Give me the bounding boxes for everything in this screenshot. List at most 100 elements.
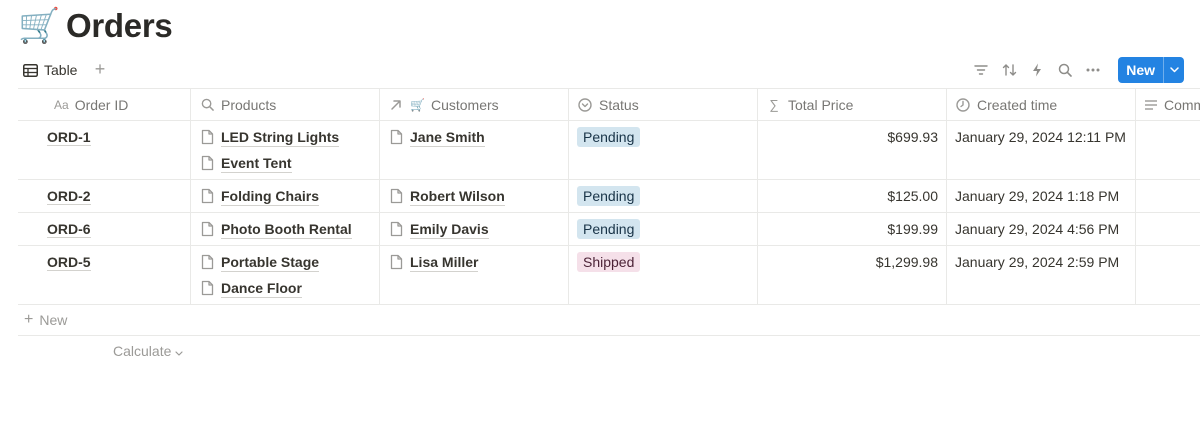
- status-cell[interactable]: Shipped: [569, 246, 758, 304]
- document-icon: [199, 129, 215, 145]
- comments-cell[interactable]: [1136, 121, 1200, 179]
- new-button-label[interactable]: New: [1118, 57, 1163, 83]
- order-id-cell[interactable]: ORD-2: [18, 180, 191, 212]
- created-time-cell[interactable]: January 29, 2024 4:56 PM: [947, 213, 1136, 245]
- customer-cell[interactable]: Jane Smith: [380, 121, 569, 179]
- products-cell[interactable]: Photo Booth Rental: [191, 213, 380, 245]
- order-id[interactable]: ORD-1: [47, 129, 91, 146]
- comments-cell[interactable]: [1136, 180, 1200, 212]
- status-cell[interactable]: Pending: [569, 180, 758, 212]
- shopping-cart-icon[interactable]: 🛒: [18, 6, 60, 46]
- product-link[interactable]: Portable Stage: [199, 252, 371, 272]
- chevron-down-icon[interactable]: [1163, 57, 1184, 83]
- product-link[interactable]: Dance Floor: [199, 278, 371, 298]
- product-name[interactable]: Event Tent: [221, 154, 292, 173]
- product-name[interactable]: LED String Lights: [221, 128, 340, 147]
- calculate-button[interactable]: Calculate: [113, 343, 171, 359]
- status-icon: [577, 97, 593, 113]
- column-header-status[interactable]: Status: [569, 89, 758, 120]
- more-icon[interactable]: [1082, 59, 1104, 81]
- table-row[interactable]: ORD-5 Portable Stage Dance Floor Lisa Mille…: [18, 246, 1200, 305]
- product-link[interactable]: Folding Chairs: [199, 186, 371, 206]
- column-label: Created time: [977, 96, 1058, 113]
- search-icon: [199, 97, 215, 113]
- total-price-cell[interactable]: $1,299.98: [758, 246, 947, 304]
- comments-cell[interactable]: [1136, 213, 1200, 245]
- document-icon: [199, 254, 215, 270]
- status-badge[interactable]: Pending: [577, 186, 641, 206]
- product-name[interactable]: Folding Chairs: [221, 187, 319, 206]
- total-price-cell[interactable]: $125.00: [758, 180, 947, 212]
- product-link[interactable]: Photo Booth Rental: [199, 219, 371, 239]
- document-icon: [388, 188, 404, 204]
- table-row[interactable]: ORD-2 Folding Chairs Robert Wilson Pending $…: [18, 180, 1200, 213]
- tab-table-label: Table: [44, 62, 78, 78]
- customer-cell[interactable]: Emily Davis: [380, 213, 569, 245]
- new-button[interactable]: New: [1118, 57, 1184, 83]
- total-price-cell[interactable]: $199.99: [758, 213, 947, 245]
- products-cell[interactable]: Portable Stage Dance Floor: [191, 246, 380, 304]
- customer-cell[interactable]: Lisa Miller: [380, 246, 569, 304]
- customer-cell[interactable]: Robert Wilson: [380, 180, 569, 212]
- order-id-cell[interactable]: ORD-1: [18, 121, 191, 179]
- column-header-total-price[interactable]: ∑ Total Price: [758, 89, 947, 120]
- relation-arrow-icon: [388, 97, 404, 113]
- product-link[interactable]: Event Tent: [199, 153, 371, 173]
- order-id[interactable]: ORD-6: [47, 221, 91, 238]
- product-name[interactable]: Portable Stage: [221, 253, 320, 272]
- column-header-order-id[interactable]: Aa Order ID: [18, 89, 191, 120]
- created-time-cell[interactable]: January 29, 2024 1:18 PM: [947, 180, 1136, 212]
- tab-table[interactable]: Table: [22, 58, 77, 82]
- product-link[interactable]: LED String Lights: [199, 127, 371, 147]
- order-id[interactable]: ORD-5: [47, 254, 91, 271]
- status-cell[interactable]: Pending: [569, 213, 758, 245]
- column-header-products[interactable]: Products: [191, 89, 380, 120]
- lightning-icon[interactable]: [1026, 59, 1048, 81]
- order-id-cell[interactable]: ORD-6: [18, 213, 191, 245]
- page-title[interactable]: Orders: [66, 7, 173, 45]
- status-badge[interactable]: Pending: [577, 127, 641, 147]
- column-label: Comm: [1164, 96, 1200, 113]
- search-icon[interactable]: [1054, 59, 1076, 81]
- column-header-created-time[interactable]: Created time: [947, 89, 1136, 120]
- page-header: 🛒 Orders: [18, 4, 173, 48]
- created-time-cell[interactable]: January 29, 2024 2:59 PM: [947, 246, 1136, 304]
- document-icon: [199, 221, 215, 237]
- document-icon: [388, 254, 404, 270]
- column-header-comments[interactable]: Comm: [1136, 89, 1200, 120]
- customer-name[interactable]: Robert Wilson: [410, 187, 505, 206]
- comments-cell[interactable]: [1136, 246, 1200, 304]
- product-name[interactable]: Photo Booth Rental: [221, 220, 352, 239]
- add-view-button[interactable]: +: [90, 58, 110, 80]
- filter-icon[interactable]: [970, 59, 992, 81]
- orders-page: 🛒 Orders Table + New Aa Order ID Product…: [0, 0, 1200, 422]
- add-row-button[interactable]: + New: [18, 305, 1200, 336]
- document-icon: [199, 280, 215, 296]
- column-label: Products: [221, 96, 277, 113]
- products-cell[interactable]: Folding Chairs: [191, 180, 380, 212]
- customer-name[interactable]: Emily Davis: [410, 220, 489, 239]
- customer-link[interactable]: Jane Smith: [388, 127, 560, 147]
- status-cell[interactable]: Pending: [569, 121, 758, 179]
- products-cell[interactable]: LED String Lights Event Tent: [191, 121, 380, 179]
- customer-link[interactable]: Lisa Miller: [388, 252, 560, 272]
- sort-icon[interactable]: [998, 59, 1020, 81]
- customer-name[interactable]: Jane Smith: [410, 128, 485, 147]
- customer-name[interactable]: Lisa Miller: [410, 253, 479, 272]
- text-lines-icon: [1144, 97, 1158, 113]
- formula-sigma-icon: ∑: [769, 97, 779, 112]
- status-badge[interactable]: Pending: [577, 219, 641, 239]
- total-price-cell[interactable]: $699.93: [758, 121, 947, 179]
- created-time-cell[interactable]: January 29, 2024 12:11 PM: [947, 121, 1136, 179]
- customer-link[interactable]: Emily Davis: [388, 219, 560, 239]
- table-row[interactable]: ORD-6 Photo Booth Rental Emily Davis Pendin…: [18, 213, 1200, 246]
- order-id-cell[interactable]: ORD-5: [18, 246, 191, 304]
- status-badge[interactable]: Shipped: [577, 252, 641, 272]
- column-header-customers[interactable]: 🛒 Customers: [380, 89, 569, 120]
- calculate-row: Calculate: [18, 336, 1200, 366]
- table-row[interactable]: ORD-1 LED String Lights Event Tent Jane Smi…: [18, 121, 1200, 180]
- order-id[interactable]: ORD-2: [47, 188, 91, 205]
- product-name[interactable]: Dance Floor: [221, 279, 302, 298]
- customer-link[interactable]: Robert Wilson: [388, 186, 560, 206]
- orders-table: Aa Order ID Products 🛒 Customers Status …: [18, 88, 1200, 366]
